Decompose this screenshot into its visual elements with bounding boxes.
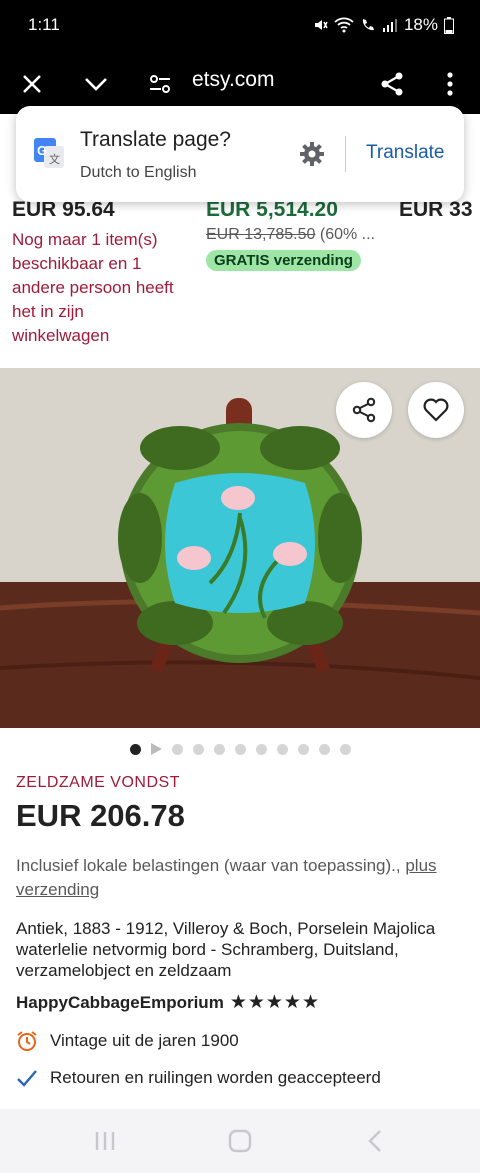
strikethrough-price: EUR 13,785.50 [206, 226, 316, 243]
recommendation-card[interactable]: EUR 5,514.20 EUR 13,785.50 (60% ... GRAT… [206, 198, 375, 271]
free-shipping-badge: GRATIS verzending [206, 250, 361, 271]
back-button[interactable] [360, 1129, 390, 1153]
recommendation-card[interactable]: EUR 95.64 Nog maar 1 item(s) beschikbaar… [12, 198, 182, 348]
page-dot[interactable] [213, 743, 225, 755]
battery-percent: 18% [403, 15, 438, 34]
page-dot-active[interactable] [129, 743, 141, 755]
translate-settings-button[interactable] [296, 138, 328, 170]
wifi-icon [334, 17, 354, 33]
translate-prompt: G文 Translate page? Dutch to English Tran… [16, 106, 464, 202]
listing-title: Antiek, 1883 - 1912, Villeroy & Boch, Po… [16, 919, 436, 980]
tax-text: Inclusief lokale belastingen (waar van t… [16, 856, 401, 875]
back-icon [368, 1130, 381, 1152]
minimize-custom-tab-button[interactable] [76, 64, 116, 104]
home-button[interactable] [225, 1129, 255, 1153]
google-translate-icon: G文 [34, 138, 64, 173]
mute-icon [314, 20, 328, 30]
browser-toolbar: etsy.com [0, 52, 480, 114]
gear-icon [300, 142, 324, 166]
heart-icon [423, 398, 449, 422]
page-dot[interactable] [234, 743, 246, 755]
site-settings-button[interactable] [140, 64, 180, 104]
page-dot[interactable] [171, 743, 183, 755]
recent-apps-button[interactable] [90, 1129, 120, 1153]
page-dot[interactable] [192, 743, 204, 755]
plate-photo [0, 368, 480, 728]
close-icon [23, 75, 41, 93]
share-icon [381, 72, 403, 96]
home-icon [228, 1129, 252, 1153]
signal-icon [382, 19, 397, 32]
wifi-call-icon [362, 19, 374, 31]
star-rating[interactable]: ★★★★★ [230, 991, 320, 1014]
translate-prompt-title: Translate page? [80, 128, 231, 151]
page-dot[interactable] [318, 743, 330, 755]
share-icon [352, 397, 376, 423]
feature-text: Retouren en ruilingen worden geaccepteer… [50, 1068, 381, 1087]
product-image[interactable] [0, 368, 480, 728]
more-vert-icon [447, 72, 453, 96]
page-dot[interactable] [276, 743, 288, 755]
carousel-pagination [0, 742, 480, 756]
share-listing-button[interactable] [336, 382, 392, 438]
feature-vintage: Vintage uit de jaren 1900 [16, 1030, 466, 1052]
translate-button[interactable]: Translate [366, 142, 445, 164]
close-tab-button[interactable] [12, 64, 52, 104]
discount-percent: (60% ... [319, 226, 375, 243]
system-navigation-bar [0, 1109, 480, 1173]
battery-icon [444, 16, 454, 34]
status-bar: 1:11 18% [0, 0, 480, 52]
share-page-button[interactable] [372, 64, 412, 104]
page-dot[interactable] [339, 743, 351, 755]
page-dot[interactable] [297, 743, 309, 755]
chevron-down-icon [85, 78, 107, 91]
tax-note: Inclusief lokale belastingen (waar van t… [16, 854, 466, 902]
recents-icon [95, 1132, 115, 1150]
video-play-icon[interactable] [150, 743, 162, 755]
shop-row: HappyCabbageEmporium ★★★★★ [16, 991, 466, 1014]
overflow-menu-button[interactable] [430, 64, 470, 104]
scarcity-notice: Nog maar 1 item(s) beschikbaar en 1 ande… [12, 230, 174, 345]
status-time: 1:11 [28, 15, 60, 34]
divider [345, 136, 346, 172]
card-original-price: EUR 13,785.50 (60% ... [206, 226, 375, 244]
rare-find-badge: ZELDZAME VONDST [16, 774, 180, 791]
listing-price: EUR 206.78 [16, 798, 185, 833]
svg-text:G: G [37, 143, 47, 158]
feature-returns: Retouren en ruilingen worden geaccepteer… [16, 1068, 466, 1088]
page-dot[interactable] [255, 743, 267, 755]
page-content: EUR 95.64 Nog maar 1 item(s) beschikbaar… [0, 114, 480, 1109]
alarm-clock-icon [17, 1031, 37, 1051]
favorite-button[interactable] [408, 382, 464, 438]
address-bar-url[interactable]: etsy.com [192, 68, 274, 92]
svg-text:文: 文 [49, 152, 60, 166]
listing-details: ZELDZAME VONDST EUR 206.78 Inclusief lok… [16, 774, 466, 1088]
feature-text: Vintage uit de jaren 1900 [50, 1031, 239, 1050]
tune-icon [150, 75, 170, 93]
shop-name-link[interactable]: HappyCabbageEmporium [16, 993, 224, 1013]
checkmark-icon [17, 1070, 37, 1087]
translate-language-pair: Dutch to English [80, 164, 197, 181]
